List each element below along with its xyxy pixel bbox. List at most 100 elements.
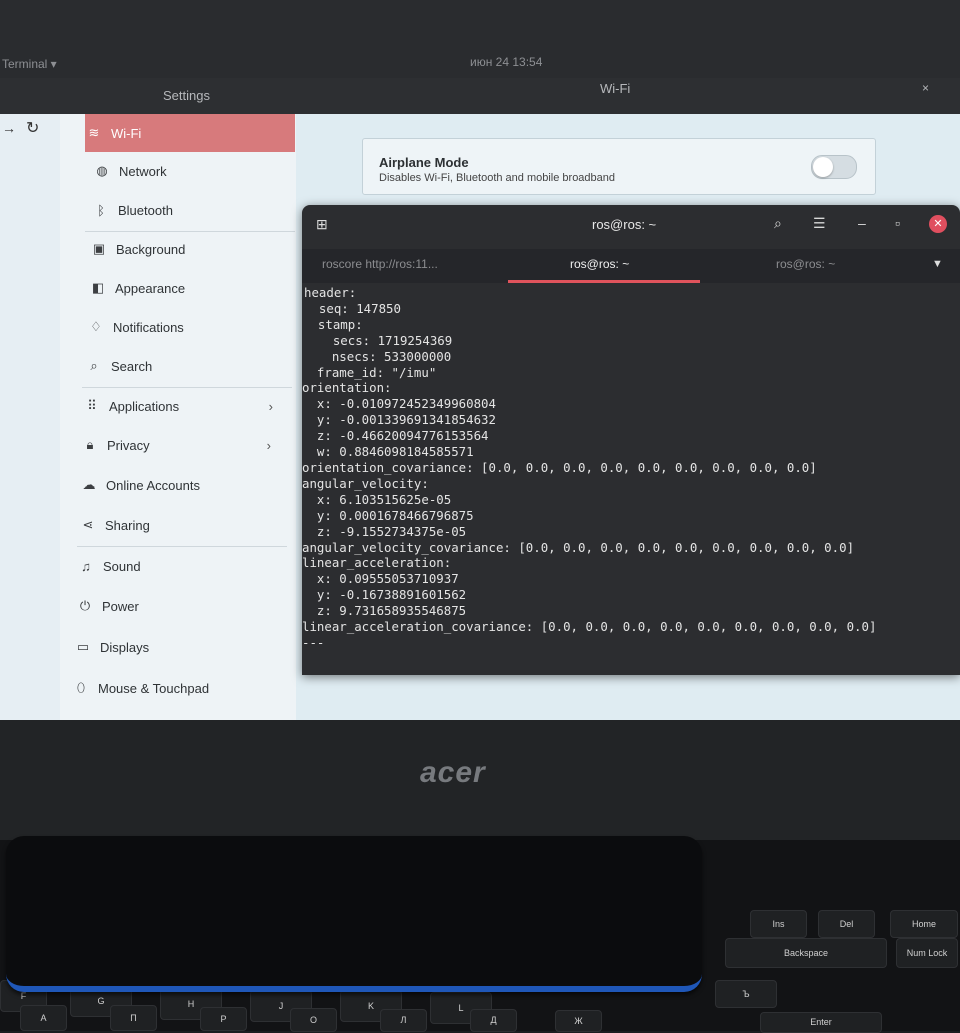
sidebar-item-notifications[interactable]: ♢ Notifications [87,308,297,346]
sidebar-item-label: Network [119,163,167,179]
settings-sidebar: ≋ Wi-Fi ◍ Network ᛒ Bluetooth ▣ Backgrou… [60,114,296,745]
terminal-headerbar: ⊞ ros@ros: ~ ⌕ ☰ – ▫ ✕ [302,205,960,245]
close-icon[interactable]: ✕ [929,215,947,233]
tab-ros-active[interactable]: ros@ros: ~ [570,257,629,271]
music-note-icon: ♫ [81,558,91,574]
sidebar-item-wifi[interactable]: ≋ Wi-Fi [85,114,295,152]
clock[interactable]: июн 24 13:54 [470,55,542,69]
keyboard-key: Backspace [725,938,887,968]
sidebar-item-label: Search [111,358,153,374]
sidebar-item-label: Sharing [105,517,150,533]
sidebar-item-sound[interactable]: ♫ Sound [77,547,287,585]
settings-headerbar: Settings Wi-Fi × [0,78,960,114]
sidebar-item-label: Privacy [107,437,150,453]
keyboard-key: Num Lock [896,938,958,968]
network-icon: ◍ [96,163,108,178]
keyboard-key: Ж [555,1010,602,1032]
terminal-line: z: -9.1552734375e-05 [302,523,467,539]
sidebar-item-label: Appearance [115,280,186,296]
new-tab-icon[interactable]: ⊞ [316,216,328,233]
sidebar-item-network[interactable]: ◍ Network [93,152,303,190]
forward-arrow-icon[interactable]: → [2,120,16,136]
sidebar-item-sharing[interactable]: ⋖ Sharing [79,506,289,544]
sidebar-item-label: Online Accounts [106,477,200,493]
terminal-line: x: 0.09555053710937 [302,571,459,587]
tab-roscore[interactable]: roscore http://ros:11... [322,257,438,271]
sidebar-item-appearance[interactable]: ◧ Appearance [89,269,299,307]
chevron-down-icon[interactable]: ▼ [932,258,943,270]
airplane-mode-switch[interactable] [811,155,857,179]
activities-app-menu[interactable]: Terminal ▾ [2,57,57,71]
terminal-line: orientation_covariance: [0.0, 0.0, 0.0, … [302,459,817,475]
chevron-right-icon: › [266,437,271,453]
cloud-icon: ☁ [82,477,96,492]
display-icon: ▭ [76,639,90,654]
terminal-line: stamp: [303,316,363,332]
sidebar-item-label: Applications [109,398,180,414]
laptop-bezel: acer [0,720,960,840]
terminal-line: angular_velocity_covariance: [0.0, 0.0, … [302,539,855,555]
hamburger-menu-icon[interactable]: ☰ [813,215,826,232]
sidebar-item-bluetooth[interactable]: ᛒ Bluetooth [92,191,302,229]
terminal-tab-bar: roscore http://ros:11... ros@ros: ~ ros@… [302,249,960,283]
apps-grid-icon: ⠿ [87,398,97,413]
terminal-line: linear_acceleration_covariance: [0.0, 0.… [302,619,877,635]
terminal-line: frame_id: "/imu" [302,364,437,380]
background-icon: ▣ [92,241,106,256]
terminal-output[interactable]: header: seq: 147850 stamp: secs: 1719254… [302,285,960,675]
tab-ros-second[interactable]: ros@ros: ~ [776,257,835,271]
terminal-line: seq: 147850 [304,300,401,316]
keyboard-key: Enter [760,1012,882,1033]
wifi-icon: ≋ [88,125,100,140]
terminal-line: z: -0.46620094776153564 [302,428,489,444]
sidebar-item-power[interactable]: ⏻ Power [76,587,286,625]
sidebar-item-label: Background [116,241,186,257]
terminal-line: w: 0.8846098184585571 [302,444,474,460]
terminal-line: y: -0.001339691341854632 [302,412,496,428]
close-icon[interactable]: × [922,81,929,95]
terminal-line: angular_velocity: [302,475,429,491]
terminal-line: header: [304,285,357,300]
maximize-icon[interactable]: ▫ [895,215,900,231]
bluetooth-icon: ᛒ [97,202,105,218]
keyboard-key: A [20,1005,67,1031]
keyboard-key: Р [200,1007,247,1031]
bell-icon: ♢ [90,319,102,334]
active-tab-indicator [508,280,700,283]
terminal-line: orientation: [302,380,392,396]
reload-icon[interactable]: ↻ [26,118,39,138]
sidebar-item-online-accounts[interactable]: ☁ Online Accounts [80,466,290,504]
terminal-title: ros@ros: ~ [592,217,657,232]
sidebar-item-applications[interactable]: ⠿ Applications › [83,387,293,425]
switch-knob [813,157,833,177]
sidebar-item-privacy[interactable]: 🔒︎ Privacy › [81,426,291,464]
keyboard-key: Ъ [715,980,777,1008]
keyboard-key: Д [470,1009,517,1032]
laptop-screen: Terminal ▾ июн 24 13:54 Settings Wi-Fi ×… [0,0,960,745]
terminal-line: x: -0.010972452349960804 [302,396,496,412]
airplane-mode-subtitle: Disables Wi-Fi, Bluetooth and mobile bro… [379,172,616,184]
airplane-mode-title: Airplane Mode [379,155,469,170]
terminal-line: y: 0.0001678466796875 [302,507,474,523]
sidebar-item-displays[interactable]: ▭ Displays [74,628,284,666]
sidebar-item-search[interactable]: ⌕ Search [85,347,295,385]
search-icon[interactable]: ⌕ [774,215,782,232]
keyboard-key: Л [380,1009,427,1032]
search-icon: ⌕ [90,358,98,373]
sidebar-item-label: Wi-Fi [111,125,142,141]
terminal-line: secs: 1719254369 [303,332,453,348]
keyboard-key: Ins [750,910,807,938]
minimize-icon[interactable]: – [858,215,866,231]
gnome-top-bar: Terminal ▾ июн 24 13:54 [0,48,960,78]
airplane-mode-row[interactable]: Airplane Mode Disables Wi-Fi, Bluetooth … [362,138,876,195]
terminal-line: --- [302,634,325,650]
sidebar-item-background[interactable]: ▣ Background [90,230,300,268]
phone-screen-reflection [76,876,276,936]
sidebar-item-mouse-touchpad[interactable]: ⬯ Mouse & Touchpad [72,669,282,707]
sidebar-item-label: Sound [103,558,141,574]
terminal-line: linear_acceleration: [302,555,452,571]
terminal-line: x: 6.103515625e-05 [302,491,452,507]
terminal-window[interactable]: ⊞ ros@ros: ~ ⌕ ☰ – ▫ ✕ roscore http://ro… [302,205,960,675]
keyboard-key: Home [890,910,958,938]
terminal-line: y: -0.16738891601562 [302,587,467,603]
